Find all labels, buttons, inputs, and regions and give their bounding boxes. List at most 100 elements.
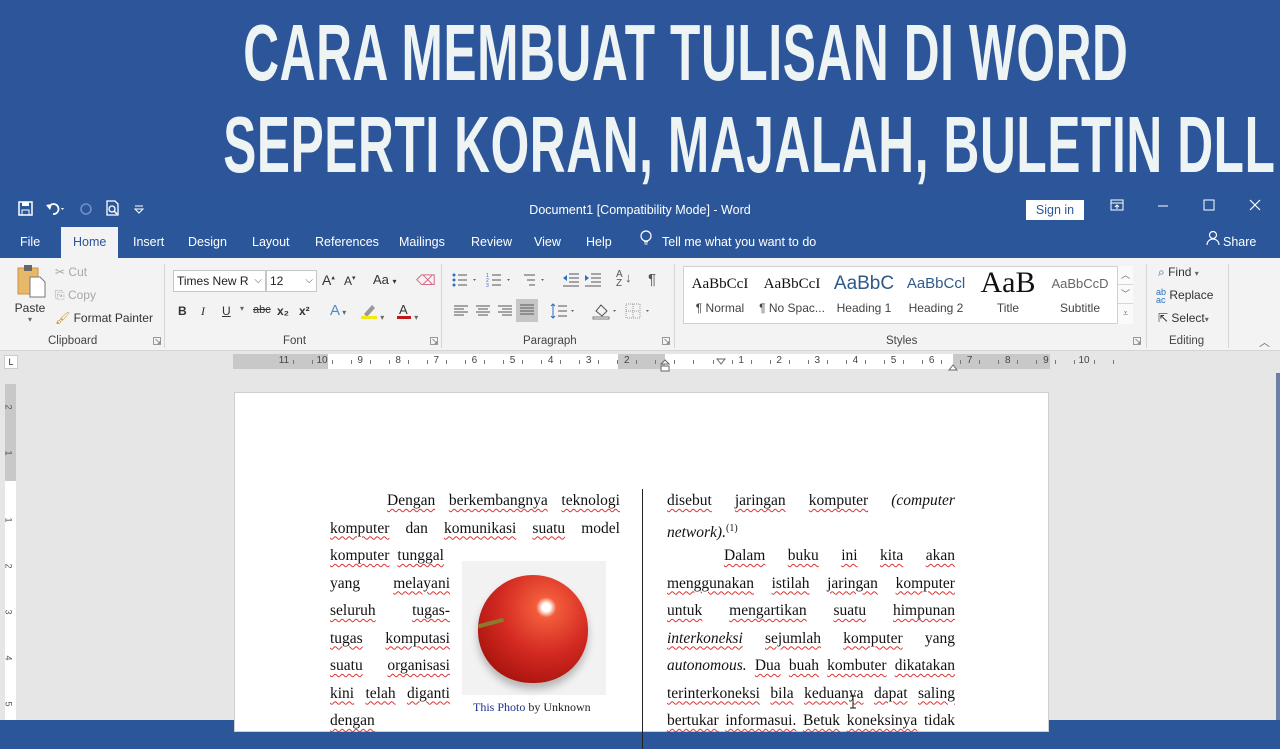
text-effects-icon[interactable]: A ▾ bbox=[330, 302, 346, 319]
replace-button[interactable]: ab ac Replace bbox=[1156, 288, 1213, 305]
tab-selector[interactable]: L bbox=[4, 355, 18, 369]
tell-me-search[interactable]: Tell me what you want to do bbox=[640, 227, 816, 258]
word: network). bbox=[667, 523, 726, 541]
bold-button[interactable]: B bbox=[178, 304, 187, 318]
paste-button[interactable]: Paste ▾ bbox=[12, 264, 48, 324]
left-indent-marker-icon[interactable] bbox=[659, 358, 671, 372]
bullets-icon[interactable] bbox=[452, 272, 482, 291]
paragraph-dialog-launcher-icon[interactable]: ↘ bbox=[662, 337, 671, 346]
gallery-more-icon[interactable]: ⩡ bbox=[1118, 304, 1133, 323]
show-formatting-marks-icon[interactable]: ¶ bbox=[648, 271, 656, 288]
align-center-icon[interactable] bbox=[475, 304, 491, 321]
vertical-ruler[interactable]: 2 1 1 2 3 4 5 bbox=[4, 384, 16, 720]
style-no-spacing[interactable]: AaBbCcI ¶ No Spac... bbox=[756, 271, 828, 315]
change-case-button[interactable]: Aa ▾ bbox=[373, 272, 397, 287]
tab-design[interactable]: Design bbox=[180, 227, 235, 258]
underline-button[interactable]: U bbox=[222, 304, 231, 318]
text-line: disebut jaringan komputer (computer bbox=[667, 487, 955, 515]
first-line-indent-marker-icon[interactable] bbox=[715, 353, 727, 365]
document-page[interactable]: Dengan berkembangnya teknologi komputer dan k… bbox=[234, 392, 1049, 749]
subscript-button[interactable]: x₂ bbox=[277, 304, 289, 318]
font-name-dropdown[interactable]: Times New R ⌵ bbox=[173, 270, 266, 292]
borders-icon[interactable] bbox=[625, 302, 655, 323]
word: koneksinya bbox=[846, 712, 918, 729]
word: Betuk bbox=[803, 712, 841, 729]
style-heading-1[interactable]: AaBbC Heading 1 bbox=[828, 271, 900, 315]
tab-file[interactable]: File bbox=[12, 227, 48, 258]
cut-button[interactable]: ✂ Cut bbox=[55, 265, 87, 279]
word: diganti bbox=[406, 684, 450, 702]
style-subtitle[interactable]: AaBbCcD Subtitle bbox=[1044, 271, 1116, 315]
word: tidak bbox=[924, 712, 955, 729]
style-heading-2[interactable]: AaBbCcl Heading 2 bbox=[900, 271, 972, 315]
gallery-up-icon[interactable]: ︿ bbox=[1118, 266, 1133, 285]
sort-icon[interactable]: A Z ↓ bbox=[616, 270, 632, 289]
styles-dialog-launcher-icon[interactable]: ↘ bbox=[1133, 337, 1142, 346]
tab-review[interactable]: Review bbox=[463, 227, 520, 258]
shrink-font-icon[interactable]: A▾ bbox=[344, 274, 356, 288]
highlight-color-icon[interactable]: ▾ bbox=[360, 302, 384, 323]
word: model bbox=[581, 519, 620, 537]
share-button[interactable]: Share bbox=[1206, 227, 1256, 258]
tab-mailings[interactable]: Mailings bbox=[391, 227, 453, 258]
ruler-number: 3 bbox=[814, 355, 821, 366]
word: kita bbox=[880, 547, 904, 564]
photo-credit-link[interactable]: This Photo bbox=[473, 700, 525, 714]
style-normal[interactable]: AaBbCcI ¶ Normal bbox=[684, 271, 756, 315]
numbering-icon[interactable]: 123 bbox=[486, 272, 516, 291]
maximize-icon[interactable] bbox=[1202, 198, 1216, 216]
word: istilah bbox=[771, 574, 810, 592]
line-spacing-icon[interactable] bbox=[550, 303, 580, 322]
tab-insert[interactable]: Insert bbox=[125, 227, 172, 258]
clipboard-dialog-launcher-icon[interactable]: ↘ bbox=[153, 337, 162, 346]
style-title[interactable]: AaB Title bbox=[972, 271, 1044, 315]
apple-photo[interactable] bbox=[462, 561, 606, 695]
shading-icon[interactable] bbox=[592, 302, 622, 323]
align-left-icon[interactable] bbox=[453, 304, 469, 321]
tab-references[interactable]: References bbox=[307, 227, 387, 258]
style-preview: AaB bbox=[980, 271, 1036, 297]
font-color-icon[interactable]: A ▾ bbox=[396, 302, 418, 323]
copy-button[interactable]: ⎘ Copy bbox=[55, 288, 96, 303]
right-text-column[interactable]: disebut jaringan komputer (computer network)… bbox=[667, 487, 955, 735]
gallery-down-icon[interactable]: ﹀ bbox=[1118, 285, 1133, 304]
tab-layout[interactable]: Layout bbox=[244, 227, 298, 258]
ruler-tick bbox=[769, 360, 771, 364]
minimize-icon[interactable] bbox=[1156, 198, 1170, 216]
align-right-icon[interactable] bbox=[497, 304, 513, 321]
font-size-dropdown[interactable]: 12 ⌵ bbox=[266, 270, 317, 292]
tab-home[interactable]: Home bbox=[61, 227, 119, 258]
format-painter-button[interactable]: 🖌 Format Painter bbox=[55, 311, 153, 325]
collapse-ribbon-icon[interactable]: ︿ bbox=[1259, 334, 1270, 350]
underline-dropdown-icon[interactable]: ▾ bbox=[240, 304, 244, 313]
sign-in-button[interactable]: Sign in bbox=[1026, 200, 1084, 220]
font-dialog-launcher-icon[interactable]: ↘ bbox=[430, 337, 439, 346]
ribbon-display-options-icon[interactable] bbox=[1110, 198, 1124, 216]
ruler-tick bbox=[750, 360, 752, 364]
close-icon[interactable] bbox=[1248, 198, 1262, 216]
title-bar: Document1 [Compatibility Mode] - Word Si… bbox=[0, 193, 1280, 227]
strikethrough-button[interactable]: abc bbox=[253, 304, 271, 316]
word-with-footnote: network).(1) bbox=[667, 515, 738, 543]
ruler-tick bbox=[293, 360, 295, 364]
chevron-down-icon: ⌵ bbox=[254, 275, 262, 286]
superscript-button[interactable]: x² bbox=[299, 304, 310, 318]
justify-icon[interactable] bbox=[516, 299, 538, 322]
right-indent-marker-icon[interactable] bbox=[947, 358, 959, 371]
ruler-tick bbox=[826, 360, 828, 364]
increase-indent-icon[interactable] bbox=[584, 272, 602, 291]
word: komputer bbox=[843, 629, 903, 647]
grow-font-icon[interactable]: A▴ bbox=[322, 272, 335, 288]
style-preview: AaBbCcI bbox=[763, 276, 821, 292]
tab-help[interactable]: Help bbox=[578, 227, 620, 258]
tab-view[interactable]: View bbox=[526, 227, 569, 258]
multilevel-list-icon[interactable] bbox=[520, 272, 550, 291]
italic-button[interactable]: I bbox=[201, 304, 205, 319]
word: dan bbox=[405, 519, 428, 537]
decrease-indent-icon[interactable] bbox=[562, 272, 580, 291]
vertical-ruler-top-shade bbox=[5, 384, 16, 481]
find-button[interactable]: ⌕ Find ▾ bbox=[1158, 265, 1199, 280]
clear-formatting-icon[interactable]: ⌫ bbox=[416, 272, 436, 289]
horizontal-ruler[interactable]: 11 10 9 8 7 6 5 4 3 2 1 2 3 4 5 6 7 8 9 10 bbox=[233, 353, 1114, 372]
select-button[interactable]: ⇱ Select▾ bbox=[1158, 311, 1209, 325]
